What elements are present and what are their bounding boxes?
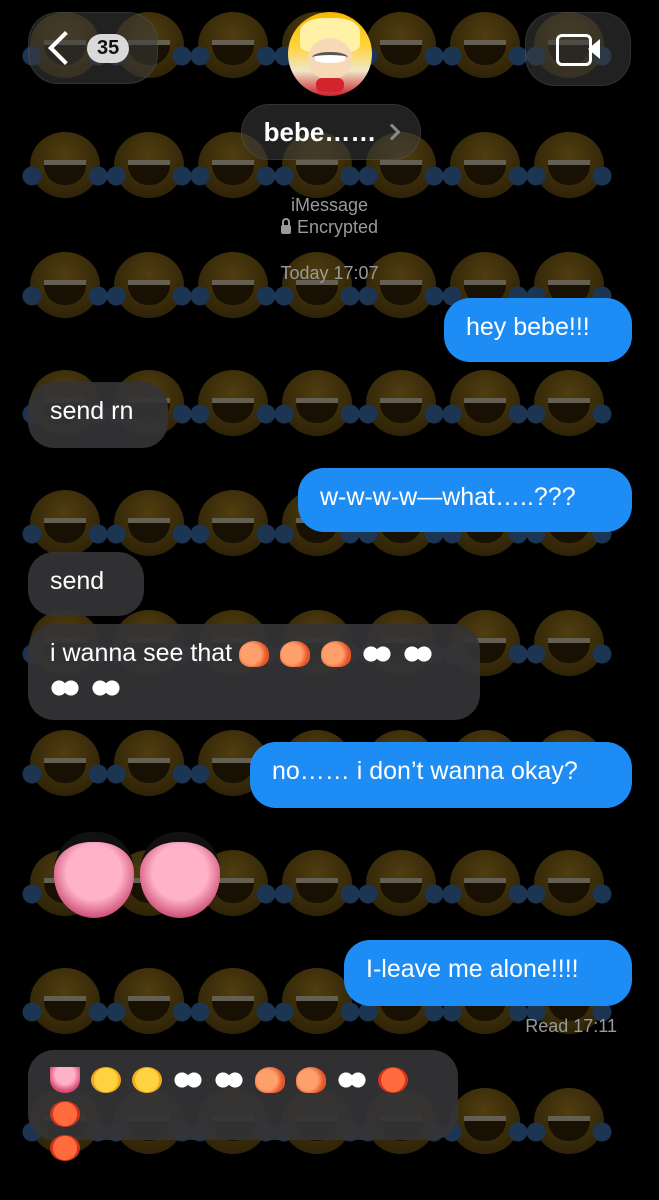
laughing-face-decoration [190, 490, 276, 556]
laughing-face-decoration [106, 490, 192, 556]
laughing-face-decoration [274, 850, 360, 916]
contact-name: bebe…… [263, 116, 377, 147]
peach-emoji-icon [254, 1067, 285, 1094]
laughing-face-decoration [106, 252, 192, 318]
laughing-face-decoration [22, 490, 108, 556]
laughing-face-decoration [358, 12, 444, 78]
laughing-face-decoration [358, 370, 444, 436]
tongue-emoji-icon [50, 1067, 80, 1094]
eyes-emoji-icon [402, 641, 433, 668]
tongue-emoji-icon[interactable] [140, 832, 220, 918]
eyes-emoji-icon [90, 675, 121, 702]
back-button[interactable]: 35 [28, 12, 158, 84]
laughing-face-decoration [274, 252, 360, 318]
message-bubble-received[interactable]: send rn [28, 382, 168, 448]
laughing-face-decoration [442, 850, 528, 916]
laughing-face-decoration [442, 370, 528, 436]
laughing-face-decoration [358, 850, 444, 916]
contact-avatar[interactable] [288, 12, 372, 96]
laughing-face-decoration [442, 132, 528, 198]
laughing-face-decoration [22, 252, 108, 318]
message-bubble-received[interactable]: i wanna see that [28, 624, 480, 720]
message-bubble-sent[interactable]: I-leave me alone!!!! [344, 940, 632, 1006]
laughing-face-decoration [442, 12, 528, 78]
eyes-emoji-icon [213, 1067, 244, 1094]
lock-icon [280, 218, 291, 234]
video-camera-icon [556, 34, 600, 66]
eyes-emoji-icon [50, 675, 80, 702]
laughing-face-decoration [22, 132, 108, 198]
laughing-face-decoration [190, 252, 276, 318]
encryption-label: Encrypted [0, 217, 659, 238]
video-call-button[interactable] [525, 12, 631, 86]
laughing-face-decoration [22, 968, 108, 1034]
message-bubble-sent[interactable]: w-w-w-w—what…..??? [298, 468, 632, 532]
laughing-face-decoration [106, 730, 192, 796]
laughing-face-decoration [526, 850, 612, 916]
eyes-emoji-icon [172, 1067, 203, 1094]
peach-emoji-icon [239, 641, 270, 668]
laughing-face-decoration [274, 370, 360, 436]
service-label: iMessage [290, 195, 369, 215]
laughing-face-decoration [106, 968, 192, 1034]
laughing-face-decoration [190, 370, 276, 436]
read-receipt: Read 17:11 [525, 1016, 617, 1036]
peach-emoji-icon [320, 641, 351, 668]
eyes-emoji-icon [336, 1067, 367, 1094]
laughing-face-decoration [526, 610, 612, 676]
laughing-face-decoration [526, 132, 612, 198]
laughing-face-decoration [274, 968, 360, 1034]
laughing-face-decoration [526, 370, 612, 436]
chevron-left-icon [48, 31, 82, 65]
laughing-face-decoration [190, 12, 276, 78]
peach-emoji-icon [279, 641, 310, 668]
message-bubble-received[interactable] [28, 1050, 458, 1162]
message-bubble-received[interactable]: send [28, 552, 144, 616]
laughing-face-decoration [190, 968, 276, 1034]
laughing-face-decoration [358, 252, 444, 318]
conversation-timestamp: Today 17:07 [280, 263, 379, 283]
message-bubble-sent[interactable]: hey bebe!!! [444, 298, 632, 362]
laughing-face-decoration [526, 1088, 612, 1154]
flushed-face-emoji-icon [131, 1067, 162, 1094]
contact-name-pill[interactable]: bebe…… [241, 104, 421, 160]
laughing-face-decoration [22, 730, 108, 796]
peach-emoji-icon [295, 1067, 326, 1094]
message-bubble-sent[interactable]: no…… i don’t wanna okay? [250, 742, 632, 808]
tongue-emoji-icon[interactable] [54, 832, 134, 918]
flushed-face-emoji-icon [90, 1067, 121, 1094]
unread-count-badge: 35 [87, 33, 130, 63]
laughing-face-decoration [442, 1088, 528, 1154]
chevron-right-icon [383, 123, 401, 141]
laughing-face-decoration [106, 132, 192, 198]
hot-face-emoji-icon [377, 1067, 408, 1094]
eyes-emoji-icon [361, 641, 392, 668]
hot-face-emoji-icon [50, 1101, 80, 1128]
hot-face-emoji-icon [50, 1135, 80, 1162]
